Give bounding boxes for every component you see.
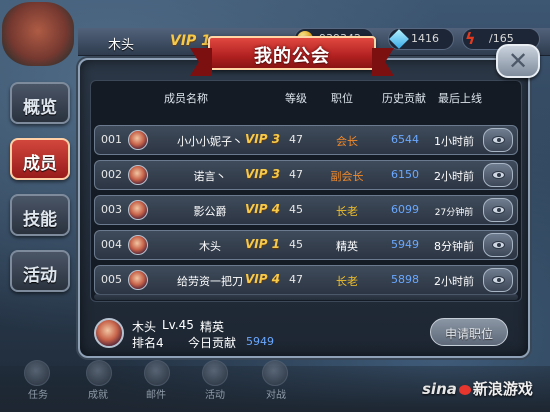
title-ribbon: 我的公会	[208, 36, 376, 70]
hud-player-name: 木头	[108, 38, 135, 53]
apply-position-button[interactable]: 申请职位	[430, 318, 508, 346]
header-position: 职位	[331, 92, 353, 105]
tab-members-label: 成员	[23, 154, 57, 174]
member-contribution: 5949	[391, 238, 419, 251]
today-contribution-label: 今日贡献	[188, 336, 237, 350]
member-row[interactable]: 004 木头 VIP 1 45 精英 5949 8分钟前	[94, 230, 518, 260]
avatar	[128, 200, 148, 220]
tab-activities-label: 活动	[23, 266, 57, 286]
page-title: 我的公会	[254, 46, 330, 67]
tab-skills[interactable]: 技能	[10, 194, 70, 236]
nav-achievement[interactable]: 成就	[88, 386, 108, 401]
member-contribution: 5898	[391, 273, 419, 286]
member-level: 45	[289, 203, 303, 216]
member-index: 005	[101, 273, 122, 286]
member-contribution: 6099	[391, 203, 419, 216]
tab-overview-label: 概览	[23, 98, 57, 118]
member-contribution: 6150	[391, 168, 419, 181]
tab-activities[interactable]: 活动	[10, 250, 70, 292]
avatar	[128, 235, 148, 255]
member-last-online: 8分钟前	[434, 240, 474, 253]
member-vip: VIP 4	[245, 272, 281, 286]
view-member-button[interactable]	[483, 198, 513, 222]
hud-vip-badge: VIP 1	[170, 33, 211, 49]
member-row[interactable]: 001 小小小妮子丶 VIP 3 47 会长 6544 1小时前	[94, 125, 518, 155]
my-name: 木头	[132, 320, 157, 334]
my-avatar	[94, 318, 124, 348]
avatar	[128, 165, 148, 185]
view-member-button[interactable]	[483, 233, 513, 257]
header-name: 成员名称	[164, 92, 208, 105]
battle-icon[interactable]	[262, 360, 288, 386]
member-vip: VIP 1	[245, 237, 281, 251]
gem-value: 1416	[411, 32, 439, 45]
player-portrait[interactable]	[2, 2, 74, 66]
member-index: 002	[101, 168, 122, 181]
gem-icon	[389, 29, 409, 49]
member-vip: VIP 3	[245, 167, 281, 181]
member-position: 副会长	[330, 170, 364, 183]
avatar	[128, 270, 148, 290]
close-button[interactable]: ✕	[496, 44, 540, 78]
tab-members[interactable]: 成员	[10, 138, 70, 180]
close-icon: ✕	[507, 47, 529, 75]
sina-eye-icon	[458, 385, 471, 395]
apply-position-label: 申请职位	[444, 327, 493, 341]
member-level: 47	[289, 133, 303, 146]
my-position: 精英	[200, 320, 225, 334]
view-member-button[interactable]	[483, 128, 513, 152]
view-member-button[interactable]	[483, 268, 513, 292]
view-eye-icon	[492, 171, 505, 179]
my-level: Lv.45	[162, 318, 194, 332]
view-eye-icon	[492, 136, 505, 144]
nav-event[interactable]: 活动	[205, 386, 225, 401]
member-level: 45	[289, 238, 303, 251]
member-vip: VIP 4	[245, 202, 281, 216]
task-icon[interactable]	[24, 360, 50, 386]
member-last-online: 2小时前	[434, 275, 474, 288]
member-vip: VIP 3	[245, 132, 281, 146]
member-index: 004	[101, 238, 122, 251]
view-member-button[interactable]	[483, 163, 513, 187]
member-row[interactable]: 002 诺言丶 VIP 3 47 副会长 6150 2小时前	[94, 160, 518, 190]
member-last-online: 27分钟前	[434, 208, 474, 218]
member-row[interactable]: 003 影公爵 VIP 4 45 长老 6099 27分钟前	[94, 195, 518, 225]
header-last-online: 最后上线	[438, 92, 482, 105]
member-last-online: 2小时前	[434, 170, 474, 183]
energy-bolt-icon: ϟ	[465, 29, 476, 48]
gem-counter[interactable]: 1416	[388, 28, 454, 50]
achievement-icon[interactable]	[86, 360, 112, 386]
member-contribution: 6544	[391, 133, 419, 146]
nav-battle[interactable]: 对战	[266, 386, 286, 401]
sina-watermark: sina 新浪游戏	[422, 378, 533, 399]
today-contribution-value: 5949	[246, 335, 274, 348]
member-last-online: 1小时前	[434, 135, 474, 148]
nav-mail[interactable]: 邮件	[146, 386, 166, 401]
member-index: 001	[101, 133, 122, 146]
header-contribution: 历史贡献	[382, 92, 426, 105]
member-level: 47	[289, 273, 303, 286]
member-row[interactable]: 005 给劳资一把刀 VIP 4 47 长老 5898 2小时前	[94, 265, 518, 295]
view-eye-icon	[492, 276, 505, 284]
avatar	[128, 130, 148, 150]
event-icon[interactable]	[202, 360, 228, 386]
list-scroll-hint	[94, 294, 518, 300]
member-index: 003	[101, 203, 122, 216]
header-level: 等级	[285, 92, 307, 105]
tab-skills-label: 技能	[23, 210, 57, 230]
view-eye-icon	[492, 241, 505, 249]
my-rank: 排名4	[132, 336, 164, 350]
mail-icon[interactable]	[144, 360, 170, 386]
member-position: 精英	[336, 240, 358, 253]
member-position: 长老	[336, 275, 358, 288]
tab-overview[interactable]: 概览	[10, 82, 70, 124]
member-level: 47	[289, 168, 303, 181]
view-eye-icon	[492, 206, 505, 214]
sina-games-text: 新浪游戏	[472, 380, 533, 398]
nav-task[interactable]: 任务	[28, 386, 48, 401]
sina-brand: sina	[422, 380, 457, 398]
member-position: 长老	[336, 205, 358, 218]
member-position: 会长	[336, 135, 358, 148]
